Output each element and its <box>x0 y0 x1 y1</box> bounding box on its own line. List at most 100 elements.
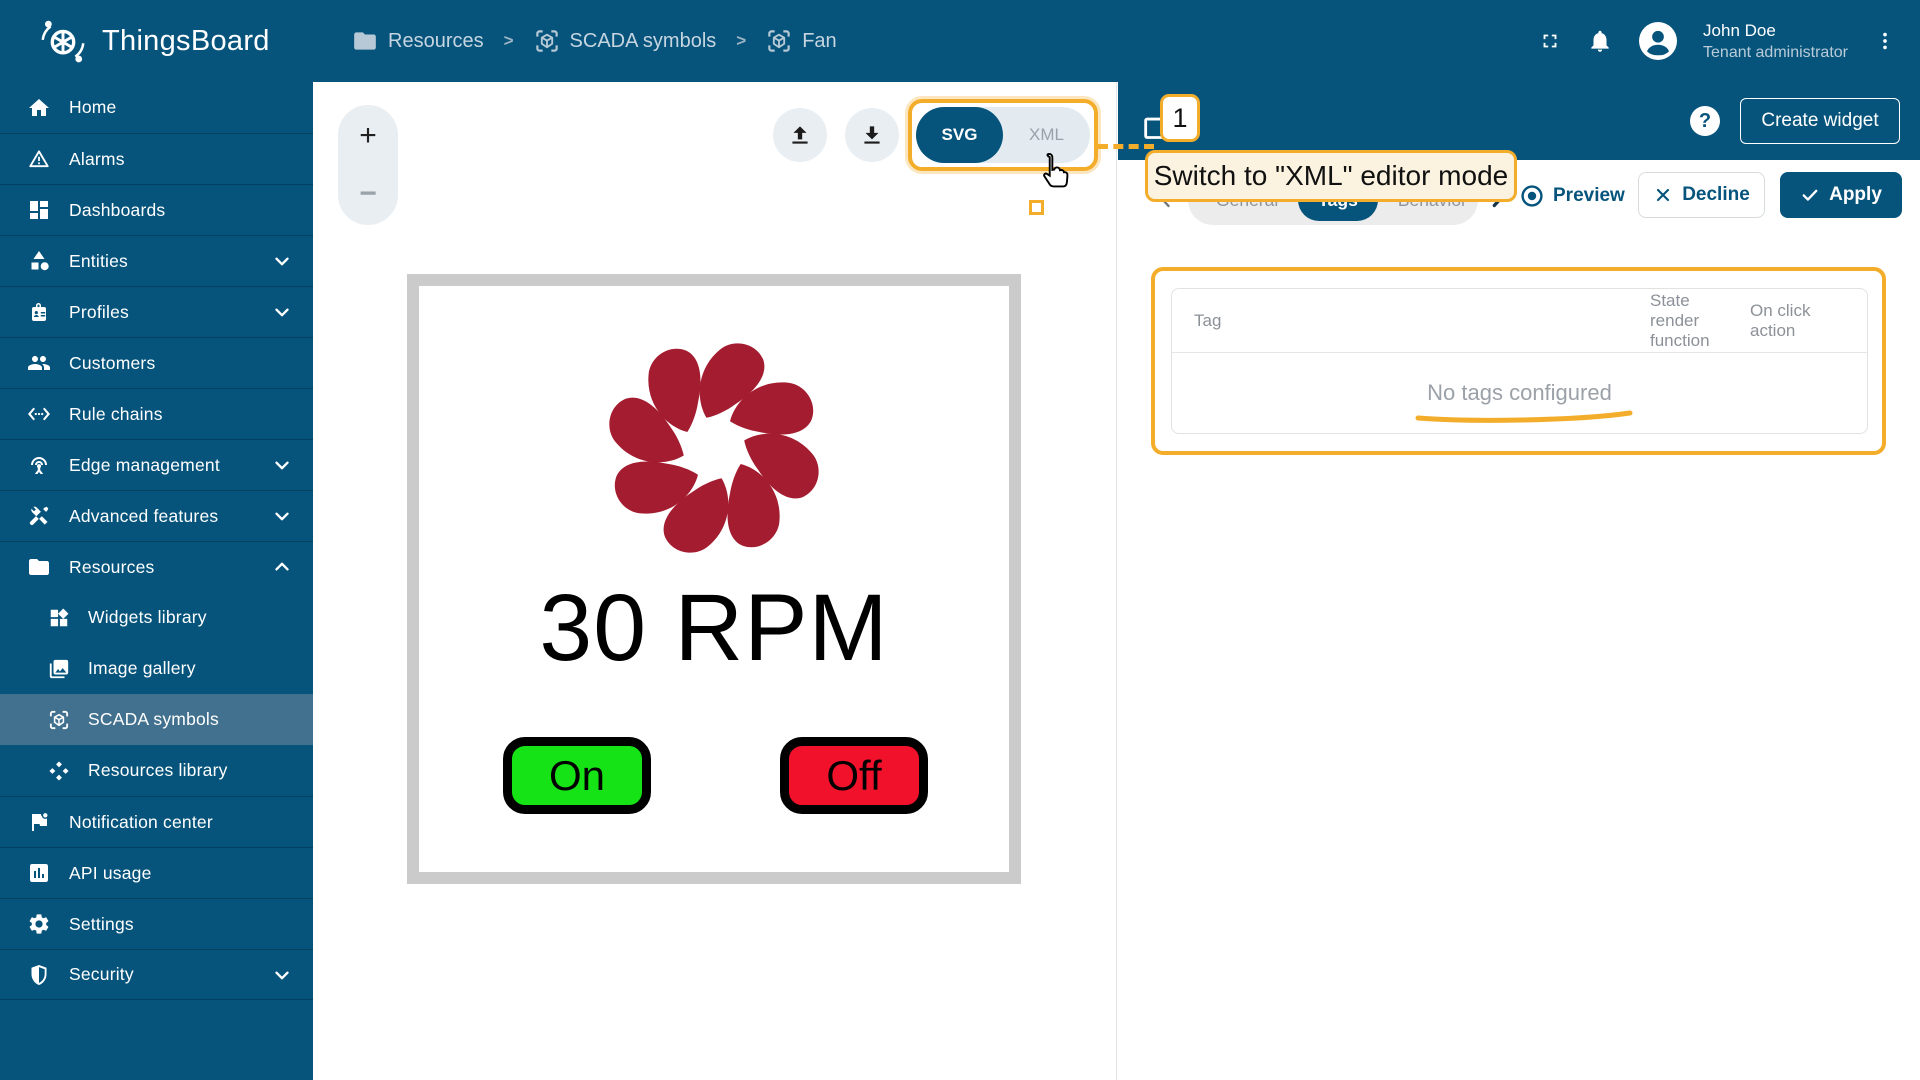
apply-button[interactable]: Apply <box>1780 172 1902 218</box>
top-bar: ThingsBoard Resources > SCADA symbols > … <box>0 0 1920 82</box>
breadcrumb-separator: > <box>730 31 752 51</box>
advanced-features-icon <box>27 504 51 528</box>
brand-name: ThingsBoard <box>102 25 270 58</box>
annotation-step-badge: 1 <box>1160 94 1200 142</box>
annotation-connector-line <box>1098 144 1154 149</box>
entities-icon <box>27 249 51 273</box>
check-icon <box>1800 185 1820 205</box>
sidebar-item-edge-management[interactable]: Edge management <box>0 439 313 490</box>
settings-icon <box>27 912 51 936</box>
hand-cursor-icon <box>1035 150 1073 196</box>
sidebar-item-resources-library[interactable]: Resources library <box>0 745 313 796</box>
close-icon <box>1653 185 1673 205</box>
sidebar-item-customers[interactable]: Customers <box>0 337 313 388</box>
folder-icon <box>27 555 51 579</box>
zoom-in-button[interactable]: + <box>338 109 398 163</box>
upload-button[interactable] <box>773 108 827 162</box>
widgets-library-icon <box>48 607 70 629</box>
cursor-highlight-square <box>1029 200 1044 215</box>
fan-blades-graphic[interactable] <box>596 330 832 566</box>
sidebar: Home Alarms Dashboards Entities Profiles… <box>0 82 313 1080</box>
fan-symbol-preview: 30 RPM On Off <box>407 274 1021 884</box>
sidebar-item-settings[interactable]: Settings <box>0 898 313 949</box>
upload-icon <box>787 122 813 148</box>
no-tags-message: No tags configured <box>1427 380 1612 406</box>
kebab-icon[interactable] <box>1874 26 1896 56</box>
sidebar-item-alarms[interactable]: Alarms <box>0 133 313 184</box>
scada-icon <box>48 709 70 731</box>
sidebar-item-dashboards[interactable]: Dashboards <box>0 184 313 235</box>
breadcrumb-separator: > <box>498 31 520 51</box>
symbol-settings-panel: ? Create widget General Tags Behavior Pr… <box>1118 82 1920 1080</box>
avatar[interactable] <box>1639 22 1677 60</box>
scada-icon <box>766 28 792 54</box>
profiles-icon <box>27 300 51 324</box>
chevron-up-icon <box>271 556 293 578</box>
tags-empty-row: No tags configured <box>1172 353 1867 433</box>
fan-rpm-value: 30 RPM <box>419 574 1009 683</box>
annotation-underline-swoosh <box>1414 409 1634 423</box>
folder-icon <box>352 28 378 54</box>
download-button[interactable] <box>845 108 899 162</box>
breadcrumb-scada-symbols[interactable]: SCADA symbols <box>534 28 717 54</box>
chevron-down-icon <box>271 505 293 527</box>
zoom-controls: + − <box>338 105 398 225</box>
panel-header: ? Create widget <box>1118 82 1920 160</box>
chevron-down-icon <box>271 301 293 323</box>
preview-button[interactable]: Preview <box>1520 184 1625 208</box>
tags-table: Tag State render function On click actio… <box>1171 288 1868 434</box>
notification-center-icon <box>27 810 51 834</box>
sidebar-item-image-gallery[interactable]: Image gallery <box>0 643 313 694</box>
sidebar-item-home[interactable]: Home <box>0 82 313 133</box>
annotation-tooltip: Switch to "XML" editor mode <box>1145 150 1517 202</box>
fullscreen-icon[interactable] <box>1539 30 1561 52</box>
user-info[interactable]: John Doe Tenant administrator <box>1703 21 1848 62</box>
thingsboard-app: ThingsBoard Resources > SCADA symbols > … <box>0 0 1920 1080</box>
sidebar-item-widgets-library[interactable]: Widgets library <box>0 592 313 643</box>
breadcrumb-resources[interactable]: Resources <box>352 28 484 54</box>
dashboards-icon <box>27 198 51 222</box>
sidebar-item-notification-center[interactable]: Notification center <box>0 796 313 847</box>
symbol-editor-canvas: + − SVG XML 30 RPM <box>313 82 1117 1080</box>
breadcrumb-fan[interactable]: Fan <box>766 28 836 54</box>
security-icon <box>27 963 51 987</box>
api-usage-icon <box>27 861 51 885</box>
sidebar-item-rule-chains[interactable]: Rule chains <box>0 388 313 439</box>
sidebar-item-api-usage[interactable]: API usage <box>0 847 313 898</box>
rule-chains-icon <box>27 402 51 426</box>
scada-icon <box>534 28 560 54</box>
fan-off-button[interactable]: Off <box>780 737 928 814</box>
home-icon <box>27 96 51 120</box>
svg-mode-button[interactable]: SVG <box>916 107 1003 163</box>
bell-icon[interactable] <box>1587 28 1613 54</box>
image-gallery-icon <box>48 658 70 680</box>
zoom-out-button[interactable]: − <box>338 167 398 221</box>
annotation-highlight-tags-box: Tag State render function On click actio… <box>1151 267 1886 455</box>
column-tag: Tag <box>1194 311 1221 331</box>
resources-library-icon <box>48 760 70 782</box>
column-on-click-action: On click action <box>1750 301 1840 341</box>
user-name: John Doe <box>1703 21 1848 41</box>
sidebar-item-advanced-features[interactable]: Advanced features <box>0 490 313 541</box>
topbar-actions: John Doe Tenant administrator <box>1539 0 1896 82</box>
sidebar-item-security[interactable]: Security <box>0 949 313 1000</box>
user-role: Tenant administrator <box>1703 44 1848 62</box>
sidebar-item-scada-symbols[interactable]: SCADA symbols <box>0 694 313 745</box>
eye-icon <box>1520 184 1544 208</box>
customers-icon <box>27 351 51 375</box>
breadcrumb: Resources > SCADA symbols > Fan <box>352 0 837 82</box>
help-button[interactable]: ? <box>1690 106 1720 136</box>
chevron-down-icon <box>271 454 293 476</box>
sidebar-item-entities[interactable]: Entities <box>0 235 313 286</box>
chevron-down-icon <box>271 964 293 986</box>
create-widget-button[interactable]: Create widget <box>1740 98 1900 144</box>
sidebar-item-profiles[interactable]: Profiles <box>0 286 313 337</box>
decline-button[interactable]: Decline <box>1638 172 1765 218</box>
chevron-down-icon <box>271 250 293 272</box>
fan-on-button[interactable]: On <box>503 737 651 814</box>
thingsboard-logo[interactable]: ThingsBoard <box>36 14 270 68</box>
sidebar-item-resources[interactable]: Resources <box>0 541 313 592</box>
thingsboard-logo-icon <box>36 14 90 68</box>
alarm-icon <box>27 147 51 171</box>
download-icon <box>859 122 885 148</box>
